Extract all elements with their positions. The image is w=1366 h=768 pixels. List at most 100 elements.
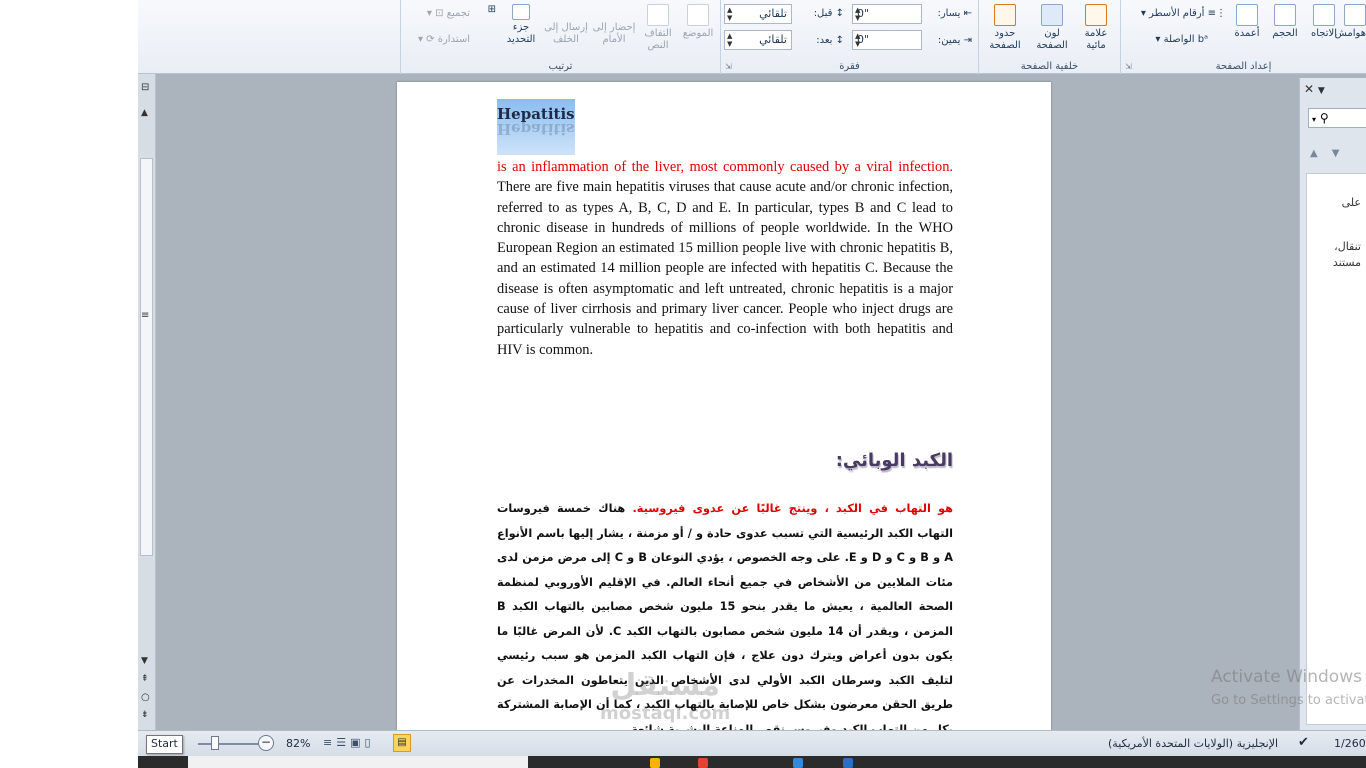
- hyphenation-button[interactable]: bᵃ الواصلة ▾: [1155, 34, 1208, 45]
- left-margin: [0, 0, 138, 768]
- page-color-button[interactable]: لون الصفحة: [1032, 4, 1072, 52]
- size-button[interactable]: الحجم: [1268, 4, 1302, 40]
- document-page[interactable]: Hepatitis Hepatitis is an inflammation o…: [397, 82, 1051, 736]
- mostaql-watermark: مستقل mostaql.com: [600, 668, 731, 724]
- taskbar-app-icon[interactable]: [793, 758, 803, 768]
- vertical-scroll-thumb[interactable]: [140, 158, 153, 556]
- spacing-after-label: ↕ بعد:: [816, 35, 844, 46]
- close-icon[interactable]: ✕: [1304, 82, 1314, 96]
- taskbar-search-box[interactable]: [188, 756, 528, 768]
- columns-button[interactable]: أعمدة: [1230, 4, 1264, 40]
- page-borders-button[interactable]: حدود الصفحة: [984, 4, 1026, 52]
- taskbar-app-icon[interactable]: [843, 758, 853, 768]
- position-button[interactable]: الموضع: [680, 4, 716, 40]
- scroll-down-icon[interactable]: ▼: [141, 656, 148, 666]
- scroll-grip-icon: ≡: [141, 310, 150, 321]
- position-icon: [687, 4, 709, 26]
- outline-view-icon[interactable]: ☰: [336, 736, 350, 749]
- indent-right-input[interactable]: 0" ▲ ▼: [852, 30, 922, 50]
- indent-left-input[interactable]: 0" ▲ ▼: [852, 4, 922, 24]
- align-icon: ⊞: [487, 4, 496, 15]
- selection-pane-icon: [512, 4, 530, 20]
- spin-arrows-icon[interactable]: ▲ ▼: [727, 32, 732, 48]
- page-number[interactable]: 1/260: [1334, 737, 1366, 750]
- dialog-launcher-icon[interactable]: ⇲: [725, 62, 732, 71]
- nav-results-panel: على تنقال، مستند: [1306, 173, 1366, 725]
- language-indicator[interactable]: الإنجليزية (الولايات المتحدة الأمريكية): [1108, 737, 1278, 750]
- page-setup-group: هوامش الاتجاه الحجم أعمدة ⋮≡ أرقام الأسط…: [1120, 0, 1366, 74]
- start-tooltip: Start: [146, 735, 183, 754]
- send-backward-button[interactable]: إرسال إلى الخلف: [544, 22, 588, 46]
- zoom-slider-thumb[interactable]: [211, 736, 219, 750]
- align-button[interactable]: ⊞: [488, 4, 496, 15]
- bring-forward-button[interactable]: إحضار إلى الأمام: [592, 22, 636, 46]
- previous-result-icon[interactable]: ▲: [1310, 148, 1332, 159]
- scroll-up-icon[interactable]: ▲: [141, 108, 148, 118]
- nav-text-line: مستند: [1332, 256, 1361, 269]
- orientation-icon: [1313, 4, 1335, 26]
- zoom-level[interactable]: 82%: [286, 737, 310, 750]
- heading-reflection: Hepatitis: [497, 120, 575, 138]
- previous-page-icon[interactable]: ⇞: [141, 674, 149, 684]
- next-result-icon[interactable]: ▼: [1332, 148, 1354, 159]
- taskbar-app-icon[interactable]: [698, 758, 708, 768]
- heading-english[interactable]: Hepatitis Hepatitis: [497, 99, 575, 155]
- page-color-icon: [1041, 4, 1063, 26]
- nav-text-line: تنقال،: [1334, 240, 1361, 253]
- zoom-slider-track[interactable]: [198, 743, 258, 745]
- nav-pane-controls: ✕ ▼: [1304, 82, 1325, 96]
- view-buttons: ≡☰▣▯: [323, 736, 375, 749]
- wrap-text-button[interactable]: التفاف النص: [640, 4, 676, 52]
- nav-arrows: ▲▼: [1310, 148, 1353, 159]
- indent-right-icon: ⇥: [960, 35, 972, 46]
- spacing-before-label: ↕ قبل:: [813, 8, 844, 19]
- watermark-button[interactable]: علامة مائية: [1078, 4, 1114, 52]
- chevron-down-icon[interactable]: ▼: [1318, 86, 1325, 96]
- margins-button[interactable]: هوامش: [1335, 4, 1366, 40]
- nav-text-line: على: [1341, 196, 1361, 209]
- paragraph-arabic-highlight: هو التهاب في الكبد ، وينتج غالبًا عن عدو…: [632, 502, 953, 515]
- group-button[interactable]: تجميع ⊡ ▾: [427, 8, 470, 19]
- line-numbers-button[interactable]: ⋮≡ أرقام الأسطر ▾: [1141, 8, 1226, 19]
- arrange-group: الموضع التفاف النص إحضار إلى الأمام إرسا…: [400, 0, 720, 74]
- page-background-label: خلفية الصفحة: [1020, 61, 1079, 72]
- web-layout-icon[interactable]: ▣: [350, 736, 364, 749]
- arrange-label: ترتيب: [548, 61, 573, 72]
- orientation-button[interactable]: الاتجاه: [1306, 4, 1342, 40]
- indent-right-label: ⇥ يمين:: [937, 35, 972, 46]
- taskbar: [138, 756, 1366, 768]
- spacing-before-input[interactable]: تلقائي ▲ ▼: [724, 4, 792, 24]
- nav-search-input[interactable]: ▾ ⚲: [1308, 108, 1366, 128]
- spin-arrows-icon[interactable]: ▲ ▼: [727, 6, 732, 22]
- spin-arrows-icon[interactable]: ▲ ▼: [855, 32, 860, 48]
- taskbar-app-icon[interactable]: [650, 758, 660, 768]
- search-icon: ⚲: [1319, 111, 1329, 125]
- line-numbers-icon: ⋮≡: [1204, 8, 1226, 19]
- full-screen-reading-icon[interactable]: ▯: [365, 736, 375, 749]
- spacing-before-icon: ↕: [832, 8, 844, 19]
- paragraph-english[interactable]: is an inflammation of the liver, most co…: [497, 157, 953, 360]
- paragraph-label: فقرة: [839, 61, 860, 72]
- rotate-button[interactable]: استدارة ⟳ ▾: [418, 34, 470, 45]
- vertical-ruler: ⊟ ▲ ≡ ▼ ⇞ ○ ⇟: [138, 74, 156, 730]
- status-bar: Start − 82% ≡☰▣▯ ▤ الإنجليزية (الولايات …: [138, 730, 1366, 756]
- print-layout-icon[interactable]: ▤: [393, 734, 411, 752]
- navigation-pane: ✕ ▼ ▾ ⚲ ▲▼ على تنقال، مستند: [1299, 78, 1366, 730]
- ruler-toggle-icon[interactable]: ⊟: [141, 82, 149, 93]
- spin-arrows-icon[interactable]: ▲ ▼: [855, 6, 860, 22]
- spacing-after-input[interactable]: تلقائي ▲ ▼: [724, 30, 792, 50]
- dropdown-arrow-icon: ▾: [1312, 115, 1317, 124]
- watermark-icon: [1085, 4, 1107, 26]
- rotate-icon: ⟳: [426, 34, 435, 45]
- proofing-check-icon[interactable]: ✔: [1298, 735, 1309, 750]
- ribbon: هوامش الاتجاه الحجم أعمدة ⋮≡ أرقام الأسط…: [138, 0, 1366, 74]
- zoom-out-button[interactable]: −: [258, 735, 274, 751]
- paragraph-english-highlight: is an inflammation of the liver, most co…: [497, 159, 953, 175]
- heading-arabic[interactable]: الكبد الوبائي:: [836, 450, 953, 471]
- selection-pane-button[interactable]: جزء التحديد: [502, 4, 540, 46]
- select-browse-object-icon[interactable]: ○: [141, 692, 150, 703]
- next-page-icon[interactable]: ⇟: [141, 710, 149, 720]
- draft-view-icon[interactable]: ≡: [323, 736, 336, 749]
- dialog-launcher-icon[interactable]: ⇲: [1125, 62, 1132, 71]
- indent-left-label: ⇤ يسار:: [937, 8, 972, 19]
